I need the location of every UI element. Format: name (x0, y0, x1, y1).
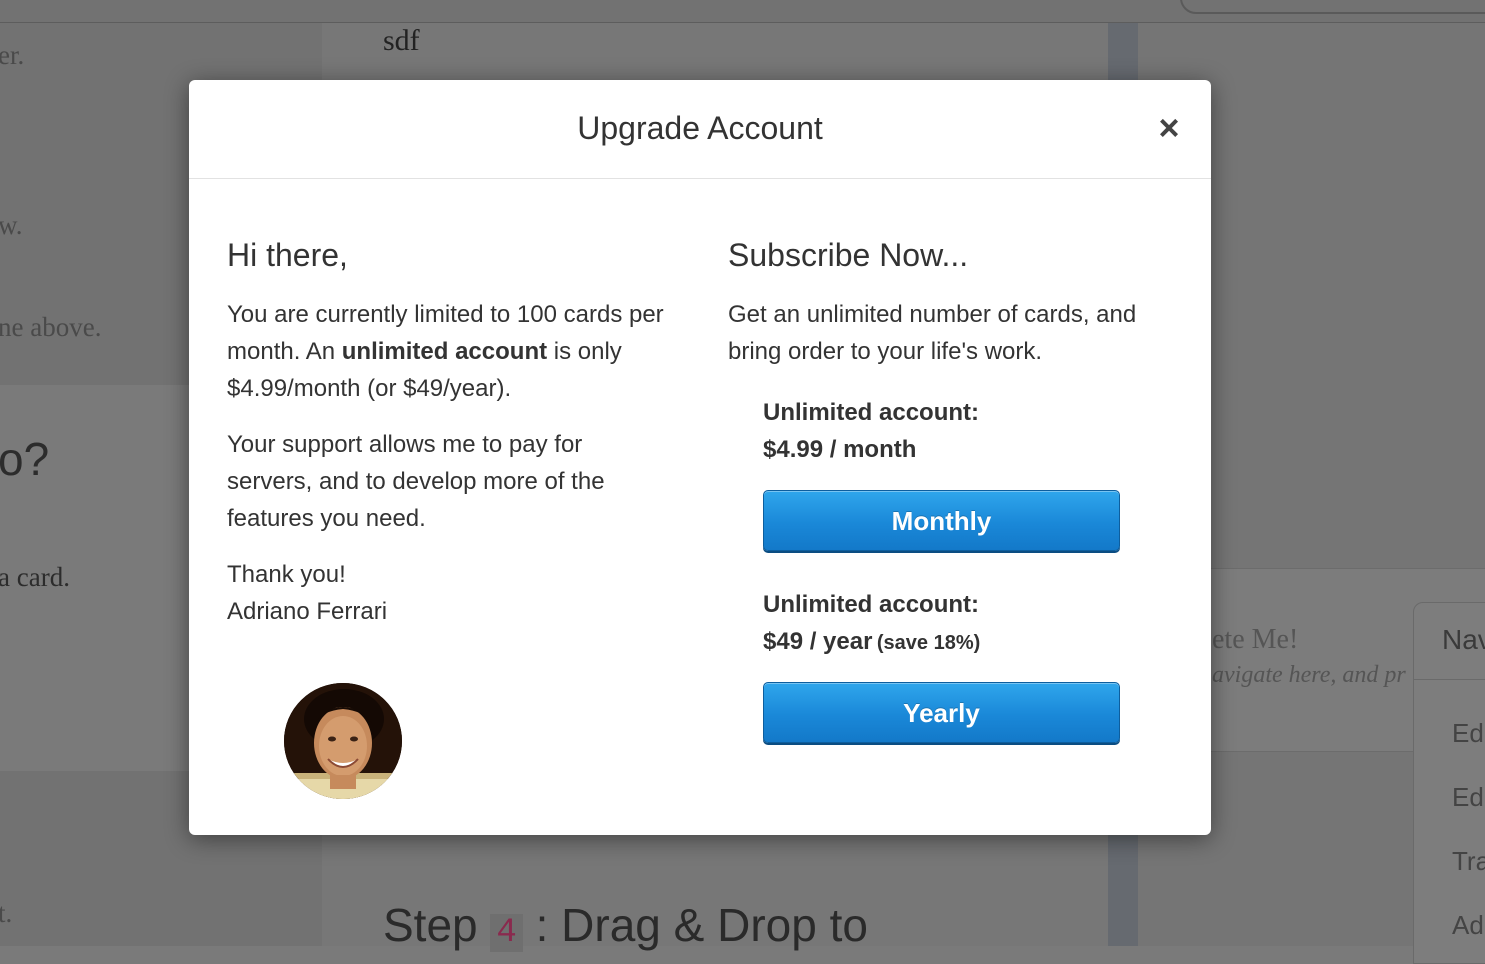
background-nav-item: Ed (1452, 782, 1484, 812)
modal-title: Upgrade Account (577, 110, 823, 146)
plan-yearly: Unlimited account: $49 / year (save 18%)… (763, 586, 1168, 743)
background-heading-fragment: o? (0, 433, 50, 485)
plan-label: Unlimited account: (763, 399, 980, 426)
close-icon[interactable]: × (1151, 110, 1187, 146)
signoff: Thank you! Adriano Ferrari (227, 556, 667, 630)
background-nav-title: Nav (1442, 624, 1485, 655)
subscribe-heading: Subscribe Now... (728, 237, 969, 273)
monthly-button[interactable]: Monthly (763, 490, 1120, 551)
support-paragraph: Your support allows me to pay for server… (227, 431, 605, 532)
background-card-text: sdf (383, 24, 420, 57)
subscribe-intro: Get an unlimited number of cards, and br… (728, 301, 1137, 365)
plan-price: $49 / year (763, 628, 873, 655)
background-nav-item: Ad (1452, 910, 1484, 940)
plan-price-row: $49 / year (save 18%) (763, 623, 1168, 660)
plan-label: Unlimited account: (763, 591, 980, 618)
step-suffix: : Drag & Drop to (535, 899, 868, 951)
limit-emphasis: unlimited account (341, 338, 548, 365)
greeting-heading: Hi there, (227, 237, 348, 273)
signature-text: Adriano Ferrari (227, 598, 388, 625)
step-prefix: Step (383, 899, 478, 951)
background-card-subtitle: avigate here, and pr (1212, 662, 1406, 688)
background-topbar (0, 0, 1485, 23)
thanks-text: Thank you! (227, 561, 346, 588)
subscribe-column: Subscribe Now... Get an unlimited number… (728, 230, 1168, 778)
avatar (284, 683, 402, 799)
background-nav-item: Tra (1452, 846, 1485, 876)
background-nav-item: Ed (1452, 718, 1484, 748)
background-search-pill (1180, 0, 1485, 14)
background-nav-divider (1414, 679, 1485, 680)
yearly-button[interactable]: Yearly (763, 682, 1120, 743)
background-text-fragment: er. (0, 40, 25, 70)
message-column: Hi there, You are currently limited to 1… (227, 230, 667, 630)
background-text-fragment: ne above. (0, 312, 102, 342)
background-card-title: ete Me! (1212, 624, 1299, 655)
plan-savings: (save 18%) (876, 632, 981, 654)
background-text-fragment: w. (0, 210, 23, 240)
plan-monthly: Unlimited account: $4.99 / month Monthly (763, 394, 1168, 551)
step-number: 4 (490, 914, 523, 952)
upgrade-account-modal: Upgrade Account × Hi there, You are curr… (189, 80, 1211, 835)
limit-paragraph: You are currently limited to 100 cards p… (227, 296, 667, 407)
avatar-photo (284, 683, 402, 799)
plan-price: $4.99 / month (763, 436, 917, 463)
background-text-fragment: t. (0, 898, 13, 928)
modal-header: Upgrade Account × (189, 80, 1211, 179)
background-step-heading: Step 4 : Drag & Drop to (383, 898, 868, 952)
background-text-fragment: a card. (0, 562, 70, 592)
